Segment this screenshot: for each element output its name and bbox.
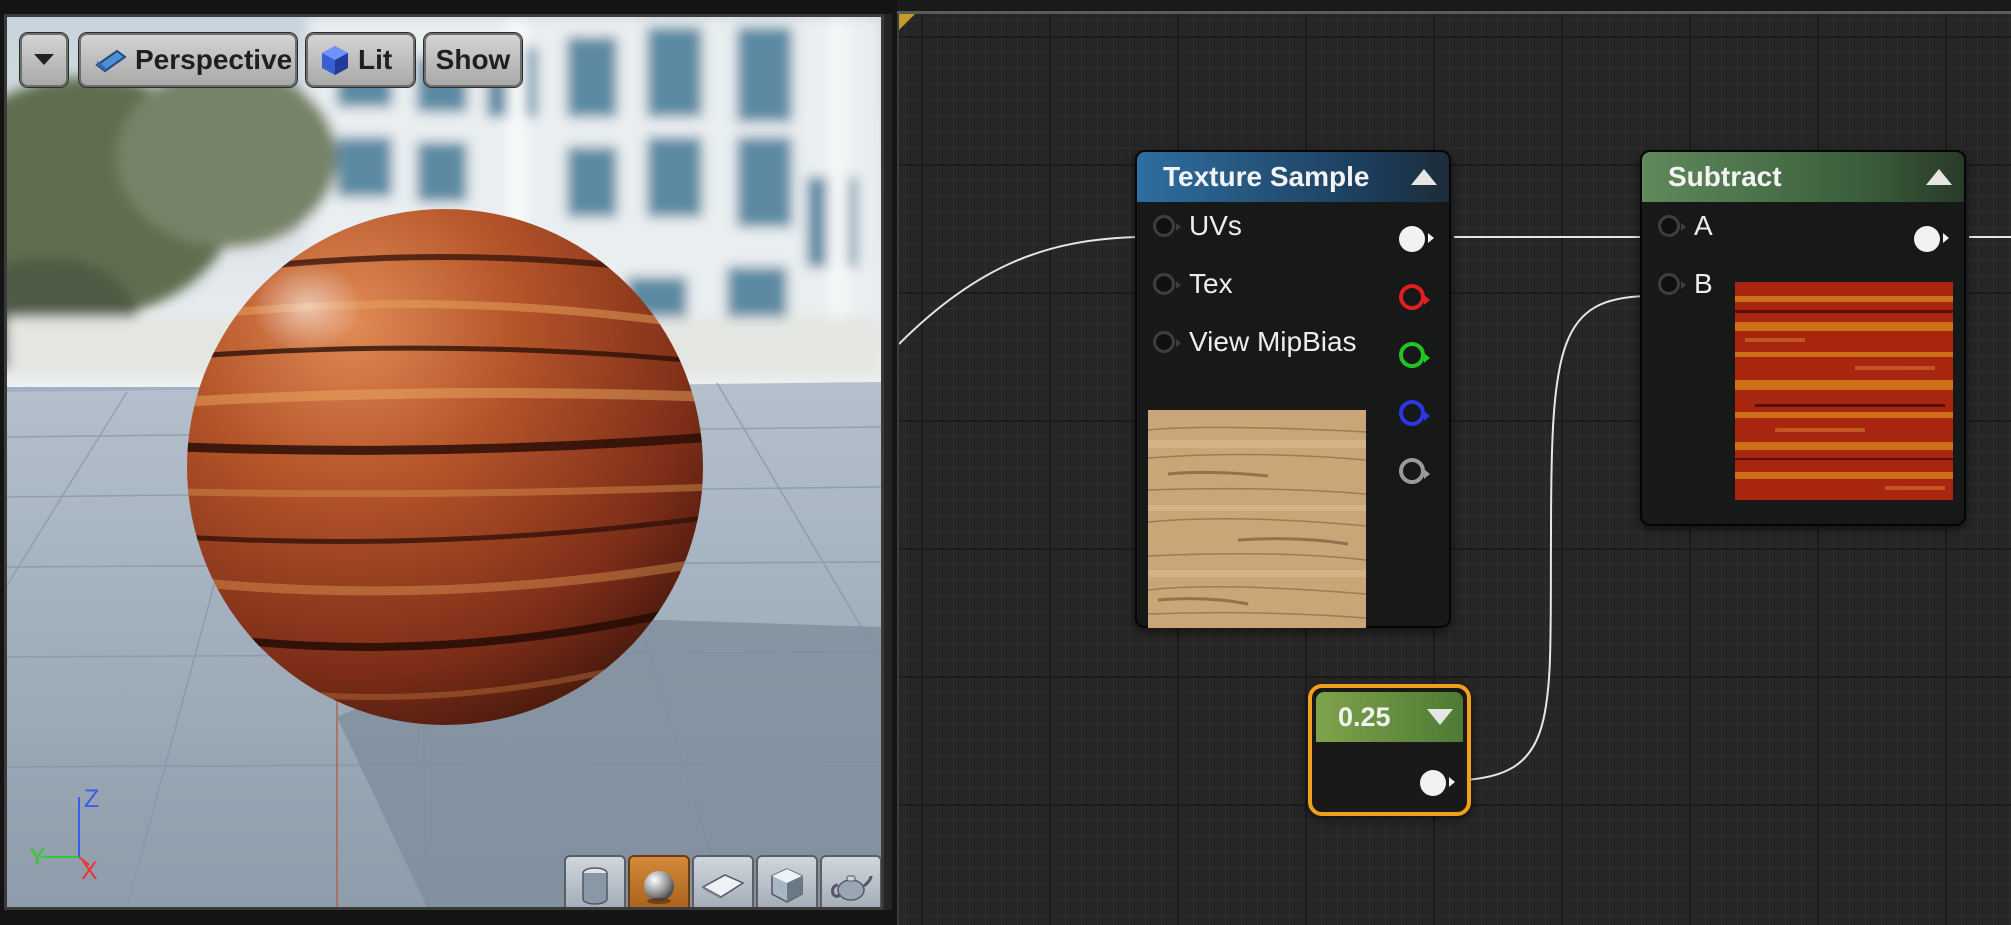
constant-value: 0.25 (1338, 701, 1391, 732)
lit-label: Lit (358, 44, 393, 75)
texture-sample-node[interactable]: Texture Sample UVs Tex View MipBias (1135, 150, 1451, 628)
green-output-pin[interactable] (1399, 342, 1430, 368)
show-label: Show (435, 44, 511, 75)
expand-arrow-icon[interactable] (1427, 709, 1453, 725)
a-input-pin[interactable]: A (1658, 210, 1713, 242)
perspective-icon (95, 49, 127, 73)
subtract-output-pin[interactable] (1914, 226, 1949, 252)
b-input-pin[interactable]: B (1658, 268, 1713, 300)
pin-icon[interactable] (1153, 331, 1181, 353)
pin-icon[interactable] (1658, 273, 1686, 295)
view-mipbias-label: View MipBias (1189, 326, 1357, 357)
perspective-button[interactable]: Perspective (79, 33, 297, 87)
collapse-arrow-icon[interactable] (1926, 169, 1952, 185)
plane-preview-button[interactable] (692, 855, 754, 907)
chevron-down-icon (34, 54, 54, 65)
constant-node[interactable]: 0.25 (1308, 684, 1471, 816)
cube-icon (771, 868, 803, 903)
texture-sample-title: Texture Sample (1163, 161, 1370, 192)
material-editor: Perspective Lit Show Z Y X Texture Sampl… (0, 0, 2011, 925)
tex-input-pin[interactable]: Tex (1153, 268, 1233, 300)
collapse-arrow-icon[interactable] (1411, 169, 1437, 185)
perspective-label: Perspective (135, 44, 293, 75)
uvs-input-pin[interactable]: UVs (1153, 210, 1242, 242)
teapot-preview-button[interactable] (820, 855, 881, 907)
plane-icon (701, 874, 745, 899)
view-mipbias-input-pin[interactable]: View MipBias (1153, 326, 1357, 358)
cube-preview-button[interactable] (756, 855, 818, 907)
pin-icon[interactable] (1153, 273, 1181, 295)
graph-corner-marker (899, 14, 915, 30)
axis-gizmo: Z Y X (29, 785, 109, 885)
tex-label: Tex (1189, 268, 1233, 299)
a-label: A (1694, 210, 1713, 241)
blue-output-pin[interactable] (1399, 400, 1430, 426)
pin-icon[interactable] (1153, 215, 1181, 237)
material-graph[interactable]: Texture Sample UVs Tex View MipBias Subt… (897, 14, 2011, 925)
alpha-output-pin[interactable] (1399, 458, 1430, 484)
subtract-title: Subtract (1668, 161, 1782, 192)
subtract-node[interactable]: Subtract A B (1640, 150, 1966, 526)
constant-output-pin[interactable] (1420, 770, 1455, 796)
cylinder-preview-button[interactable] (564, 855, 626, 907)
lit-button[interactable]: Lit (306, 33, 415, 87)
teapot-icon (831, 875, 873, 901)
z-axis-label: Z (84, 785, 100, 813)
graph-top-bar (897, 0, 2011, 14)
subtract-header[interactable]: Subtract (1642, 152, 1964, 202)
subtract-preview-thumbnail (1735, 282, 1953, 500)
lit-cube-icon (322, 46, 348, 75)
texture-thumbnail (1148, 410, 1366, 628)
red-output-pin[interactable] (1399, 284, 1430, 310)
preview-viewport[interactable]: Perspective Lit Show Z Y X (4, 14, 884, 910)
x-axis-label: X (81, 857, 98, 885)
uvs-label: UVs (1189, 210, 1242, 241)
constant-header[interactable]: 0.25 (1316, 692, 1463, 742)
view-options-button[interactable] (20, 33, 68, 87)
panel-splitter[interactable] (884, 14, 892, 910)
y-axis-label: Y (29, 843, 46, 871)
preview-scene (7, 17, 881, 907)
preview-shape-toolbar (564, 855, 881, 907)
cylinder-icon (582, 867, 608, 905)
texture-sample-header[interactable]: Texture Sample (1137, 152, 1449, 202)
pin-icon[interactable] (1658, 215, 1686, 237)
rgb-output-pin[interactable] (1399, 226, 1434, 252)
b-label: B (1694, 268, 1713, 299)
sphere-preview-button[interactable] (628, 855, 690, 907)
sphere-icon (644, 871, 674, 904)
show-button[interactable]: Show (424, 33, 522, 87)
